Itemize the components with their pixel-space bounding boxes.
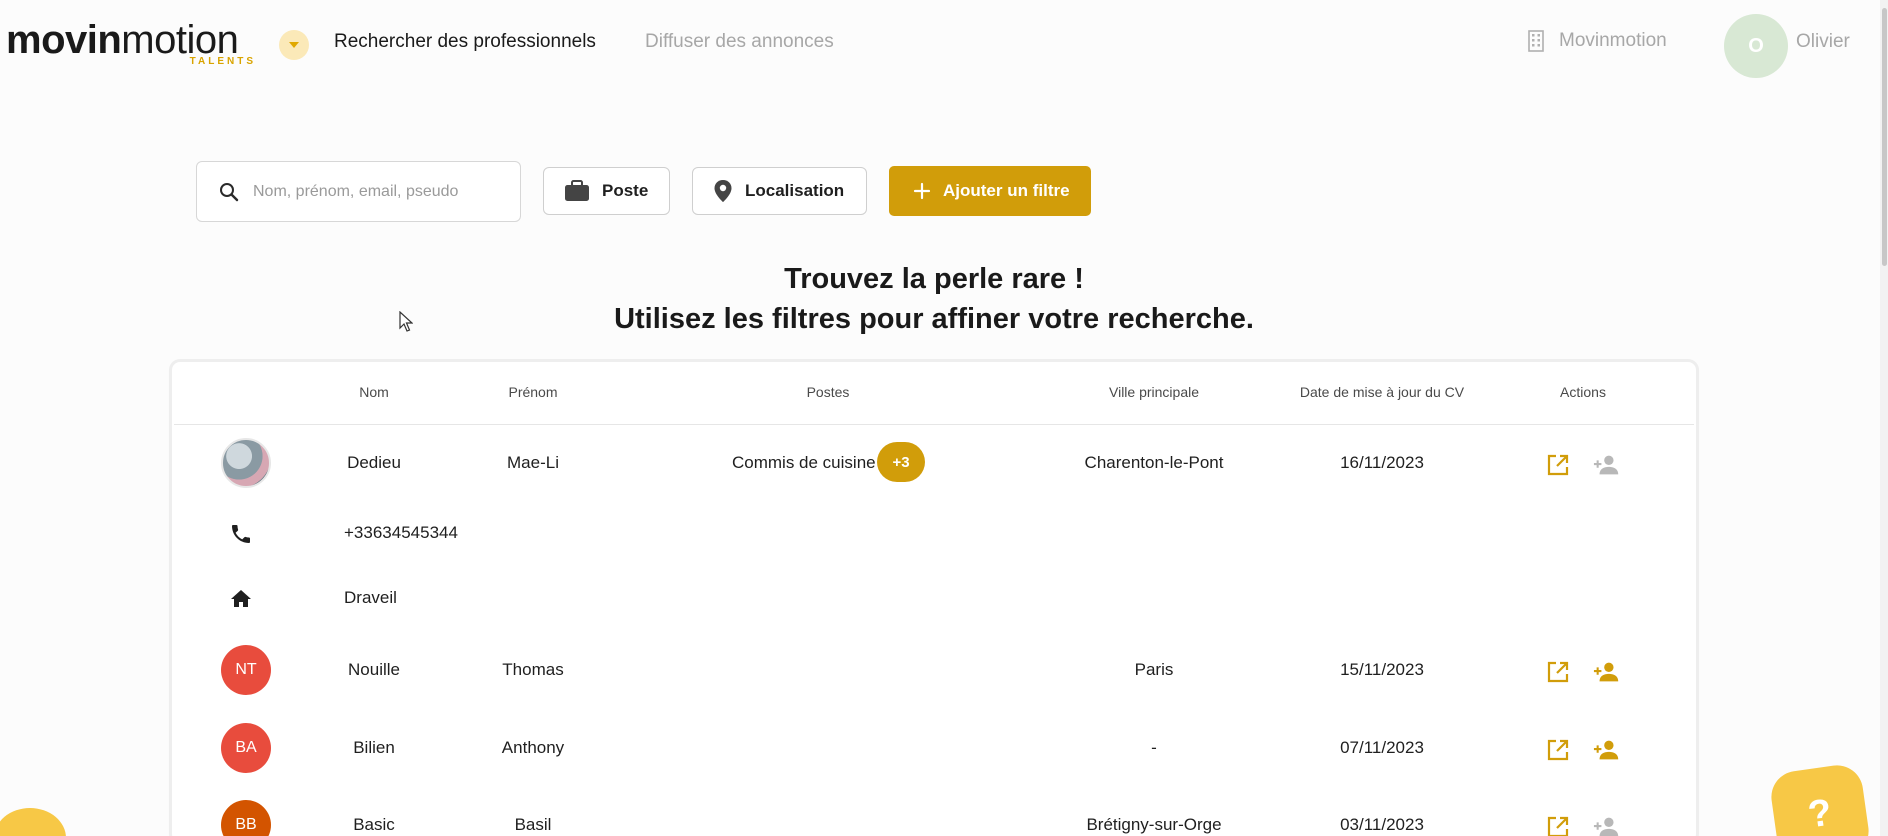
- cell-nom: Basic: [353, 815, 395, 834]
- cell-home-city: Draveil: [344, 588, 397, 607]
- chevron-down-icon[interactable]: [279, 30, 309, 60]
- cell-ville: Brétigny-sur-Orge: [1086, 815, 1222, 834]
- user-name[interactable]: Olivier: [1796, 31, 1850, 53]
- cell-date: 15/11/2023: [1340, 660, 1424, 679]
- organization-name: Movinmotion: [1559, 30, 1667, 51]
- open-profile-icon[interactable]: [1544, 451, 1572, 479]
- cell-prenom: Mae-Li: [507, 453, 559, 472]
- avatar: [221, 438, 271, 488]
- add-person-icon[interactable]: [1593, 451, 1621, 479]
- avatar: BA: [221, 723, 271, 773]
- add-filter-button[interactable]: Ajouter un filtre: [889, 166, 1091, 216]
- scrollbar-thumb[interactable]: [1882, 8, 1887, 266]
- cell-poste: Commis de cuisine: [732, 453, 876, 472]
- user-avatar[interactable]: O: [1724, 14, 1788, 78]
- search-box: [196, 161, 521, 222]
- phone-icon: [227, 520, 255, 548]
- cell-prenom: Anthony: [501, 738, 565, 757]
- column-header-nom[interactable]: Nom: [359, 384, 389, 400]
- column-header-ville[interactable]: Ville principale: [1109, 384, 1199, 400]
- column-header-actions: Actions: [1560, 384, 1606, 400]
- add-person-icon[interactable]: [1593, 658, 1621, 686]
- filter-poste-button[interactable]: Poste: [543, 167, 670, 215]
- cell-date: 03/11/2023: [1340, 815, 1424, 834]
- plus-icon: [913, 182, 931, 200]
- add-person-icon[interactable]: [1593, 736, 1621, 764]
- cell-ville: Paris: [1134, 660, 1174, 679]
- column-header-prenom[interactable]: Prénom: [508, 384, 557, 400]
- add-person-icon[interactable]: [1593, 813, 1621, 836]
- filter-poste-label: Poste: [602, 181, 649, 200]
- search-input[interactable]: [253, 182, 493, 201]
- open-profile-icon[interactable]: [1544, 736, 1572, 764]
- headline-subtitle: Utilisez les filtres pour affiner votre …: [614, 303, 1254, 335]
- open-profile-icon[interactable]: [1544, 658, 1572, 686]
- filter-localisation-label: Localisation: [745, 181, 845, 200]
- help-button[interactable]: ?: [1768, 762, 1872, 836]
- table-header-divider: [174, 424, 1694, 425]
- movinmotion-logo[interactable]: movinmotion TALENTS: [6, 18, 256, 72]
- nav-search-professionals[interactable]: Rechercher des professionnels: [334, 31, 596, 53]
- results-table: [172, 362, 1696, 836]
- search-icon: [220, 182, 239, 201]
- feedback-widget[interactable]: [0, 808, 66, 836]
- logo-subtitle: TALENTS: [189, 56, 256, 67]
- cell-prenom: Thomas: [502, 660, 564, 679]
- nav-publish-ads[interactable]: Diffuser des annonces: [645, 31, 834, 53]
- map-pin-icon: [714, 180, 732, 202]
- column-header-date-cv[interactable]: Date de mise à jour du CV: [1300, 384, 1464, 400]
- cell-date: 07/11/2023: [1340, 738, 1424, 757]
- organization-switcher[interactable]: Movinmotion: [1527, 30, 1667, 52]
- cell-phone: +33634545344: [344, 523, 458, 542]
- cell-nom: Dedieu: [347, 453, 401, 472]
- cell-nom: Nouille: [348, 660, 400, 679]
- briefcase-icon: [565, 180, 589, 201]
- column-header-postes[interactable]: Postes: [807, 384, 850, 400]
- open-profile-icon[interactable]: [1544, 813, 1572, 836]
- filter-localisation-button[interactable]: Localisation: [692, 167, 867, 215]
- mouse-cursor-icon: [399, 311, 413, 332]
- cell-ville: -: [1151, 738, 1157, 757]
- cell-prenom: Basil: [514, 815, 552, 834]
- app-header: movinmotion TALENTS Rechercher des profe…: [0, 0, 1888, 90]
- cell-date: 16/11/2023: [1340, 453, 1424, 472]
- avatar: NT: [221, 645, 271, 695]
- building-icon: [1528, 30, 1544, 52]
- more-postes-badge[interactable]: +3: [877, 442, 925, 482]
- headline-title: Trouvez la perle rare !: [784, 263, 1084, 295]
- cell-nom: Bilien: [353, 738, 395, 757]
- add-filter-label: Ajouter un filtre: [943, 181, 1070, 200]
- home-icon: [227, 585, 255, 613]
- cell-ville: Charenton-le-Pont: [1084, 453, 1224, 472]
